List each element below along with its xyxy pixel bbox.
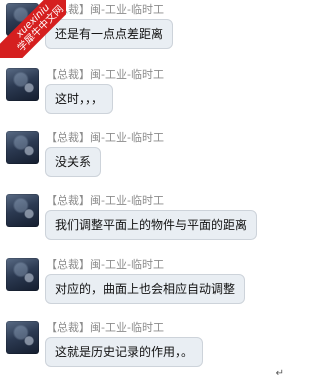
message-bubble: 这时，，， bbox=[45, 84, 114, 114]
chat-message: 【总裁】闽-工业-临时工 这就是历史记录的作用，。 bbox=[0, 316, 287, 376]
sender-name: 【总裁】闽-工业-临时工 bbox=[46, 258, 164, 271]
avatar[interactable] bbox=[6, 68, 39, 101]
message-bubble: 还是有一点点差距离 bbox=[45, 19, 174, 49]
chat-message: 【总裁】闽-工业-临时工 对应的，曲面上也会相应自动调整 bbox=[0, 253, 287, 313]
sender-name: 【总裁】闽-工业-临时工 bbox=[46, 321, 164, 334]
sender-name: 【总裁】闽-工业-临时工 bbox=[46, 131, 164, 144]
sender-name: 【总裁】闽-工业-临时工 bbox=[46, 3, 164, 16]
avatar[interactable] bbox=[6, 321, 39, 354]
sender-name: 【总裁】闽-工业-临时工 bbox=[46, 194, 164, 207]
message-bubble: 我们调整平面上的物件与平面的距离 bbox=[45, 210, 258, 240]
chat-message: 【总裁】闽-工业-临时工 还是有一点点差距离 bbox=[0, 0, 287, 58]
avatar[interactable] bbox=[6, 258, 39, 291]
chat-message: 【总裁】闽-工业-临时工 没关系 bbox=[0, 126, 287, 186]
chat-message: 【总裁】闽-工业-临时工 这时，，， bbox=[0, 63, 287, 123]
avatar[interactable] bbox=[6, 131, 39, 164]
message-bubble: 这就是历史记录的作用，。 bbox=[45, 337, 204, 367]
chat-message: 【总裁】闽-工业-临时工 我们调整平面上的物件与平面的距离 bbox=[0, 189, 287, 249]
return-icon: ↵ bbox=[275, 368, 284, 379]
avatar[interactable] bbox=[6, 194, 39, 227]
sender-name: 【总裁】闽-工业-临时工 bbox=[46, 68, 164, 81]
message-bubble: 对应的，曲面上也会相应自动调整 bbox=[45, 274, 246, 304]
message-bubble: 没关系 bbox=[45, 147, 102, 177]
avatar[interactable] bbox=[6, 3, 39, 36]
